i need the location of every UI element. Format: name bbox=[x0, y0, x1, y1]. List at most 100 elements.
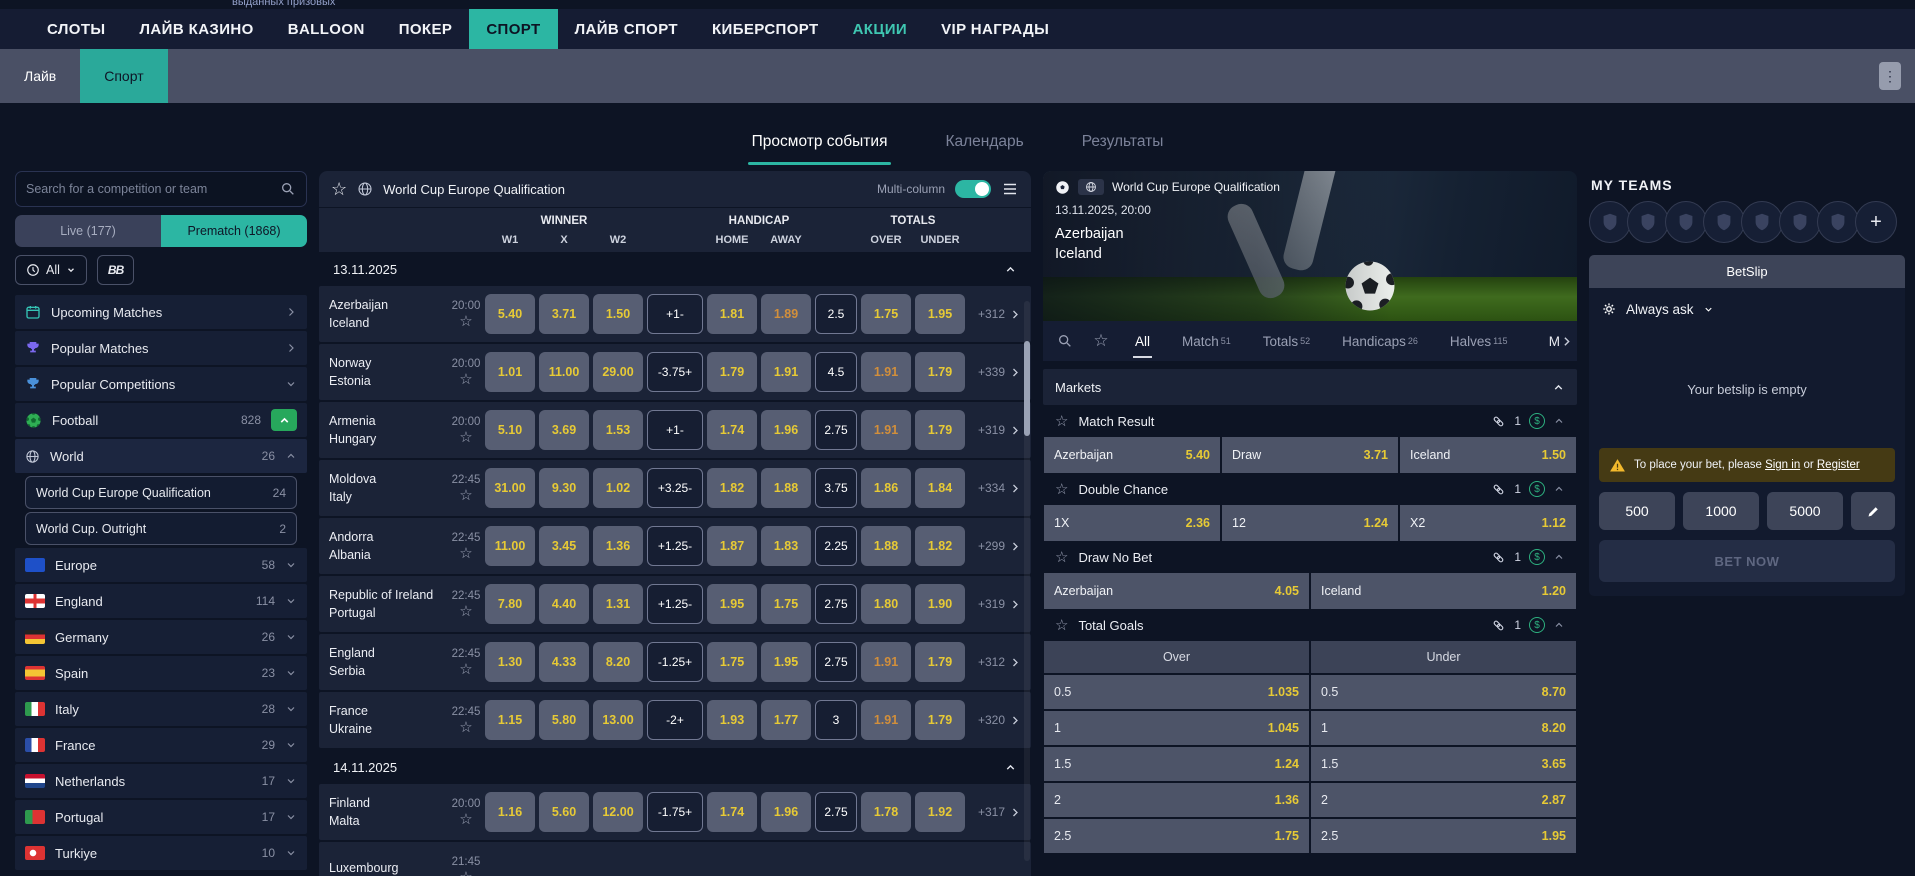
odds-button-h1[interactable]: 1.79 bbox=[707, 352, 757, 392]
odds-button-w2[interactable]: 1.36 bbox=[593, 526, 643, 566]
totals-outcome-button[interactable]: 0.51.035 bbox=[1044, 675, 1309, 709]
favorite-match-icon[interactable]: ☆ bbox=[459, 314, 472, 329]
open-match-icon[interactable] bbox=[1009, 598, 1021, 611]
tab-calendar[interactable]: Календарь bbox=[945, 133, 1023, 165]
match-row[interactable]: Luxembourg21:45☆ bbox=[319, 842, 1031, 876]
odds-button-over[interactable]: 1.91 bbox=[861, 352, 911, 392]
total-line-button[interactable]: 2.75 bbox=[815, 792, 857, 832]
sign-in-link[interactable]: Sign in bbox=[1765, 459, 1800, 471]
sidebar-item-upcoming-matches[interactable]: Upcoming Matches bbox=[15, 295, 307, 329]
favorite-match-icon[interactable]: ☆ bbox=[459, 662, 472, 677]
odds-button-x[interactable]: 4.40 bbox=[539, 584, 589, 624]
quick-stake-button[interactable]: 1000 bbox=[1683, 492, 1759, 530]
totals-outcome-button[interactable]: 2.51.75 bbox=[1044, 819, 1309, 853]
market-favorites-icon[interactable]: ☆ bbox=[1083, 321, 1119, 361]
favorite-match-icon[interactable]: ☆ bbox=[459, 430, 472, 445]
odds-button-x[interactable]: 3.45 bbox=[539, 526, 589, 566]
match-row[interactable]: FinlandMalta20:00☆1.165.6012.00-1.75+1.7… bbox=[319, 784, 1031, 840]
odds-button-w2[interactable]: 1.31 bbox=[593, 584, 643, 624]
bet-builder-button[interactable]: BB bbox=[97, 255, 134, 285]
betslip-header[interactable]: BetSlip bbox=[1589, 255, 1905, 288]
collapse-group-icon[interactable] bbox=[1004, 263, 1017, 276]
favorite-match-icon[interactable]: ☆ bbox=[459, 546, 472, 561]
odds-button-over[interactable]: 1.80 bbox=[861, 584, 911, 624]
sidebar-item-turkiye[interactable]: Turkiye10 bbox=[15, 836, 307, 870]
handicap-line-button[interactable]: +1- bbox=[647, 410, 703, 450]
sidebar-item-england[interactable]: England114 bbox=[15, 584, 307, 618]
odds-button-under[interactable]: 1.95 bbox=[915, 294, 965, 334]
market-group-header[interactable]: ☆Draw No Bet1$ bbox=[1043, 541, 1577, 573]
odds-button-h2[interactable]: 1.77 bbox=[761, 700, 811, 740]
odds-button-over[interactable]: 1.75 bbox=[861, 294, 911, 334]
odds-button-w1[interactable]: 11.00 bbox=[485, 526, 535, 566]
match-row[interactable]: AzerbaijanIceland20:00☆5.403.711.50+1-1.… bbox=[319, 286, 1031, 342]
market-group-header[interactable]: ☆Match Result1$ bbox=[1043, 405, 1577, 437]
prematch-toggle[interactable]: Prematch (1868) bbox=[161, 215, 307, 247]
odds-button-over[interactable]: 1.91 bbox=[861, 700, 911, 740]
odds-button-h1[interactable]: 1.93 bbox=[707, 700, 757, 740]
market-group-header[interactable]: ☆Total Goals1$ bbox=[1043, 609, 1577, 641]
sidebar-item-france[interactable]: France29 bbox=[15, 728, 307, 762]
handicap-line-button[interactable]: -1.25+ bbox=[647, 642, 703, 682]
handicap-line-button[interactable]: -1.75+ bbox=[647, 792, 703, 832]
favorite-match-icon[interactable]: ☆ bbox=[459, 870, 472, 876]
more-options-icon[interactable]: ⋮ bbox=[1879, 62, 1901, 90]
more-markets-count[interactable]: +334 bbox=[969, 481, 1005, 495]
odds-button-under[interactable]: 1.82 bbox=[915, 526, 965, 566]
sidebar-item-europe[interactable]: Europe58 bbox=[15, 548, 307, 582]
collapse-market-icon[interactable] bbox=[1553, 415, 1565, 427]
sidebar-item-netherlands[interactable]: Netherlands17 bbox=[15, 764, 307, 798]
register-link[interactable]: Register bbox=[1817, 459, 1860, 471]
collapse-market-icon[interactable] bbox=[1553, 483, 1565, 495]
live-toggle[interactable]: Live (177) bbox=[15, 215, 161, 247]
tab-event-view[interactable]: Просмотр события bbox=[752, 133, 888, 165]
sidebar-competition-item[interactable]: World Cup Europe Qualification24 bbox=[25, 476, 297, 509]
odds-button-h1[interactable]: 1.74 bbox=[707, 410, 757, 450]
total-line-button[interactable]: 2.5 bbox=[815, 294, 857, 334]
sidebar-item-popular-matches[interactable]: Popular Matches bbox=[15, 331, 307, 365]
handicap-line-button[interactable]: -3.75+ bbox=[647, 352, 703, 392]
sidebar-item-italy[interactable]: Italy28 bbox=[15, 692, 307, 726]
more-markets-count[interactable]: +319 bbox=[969, 597, 1005, 611]
odds-button-h2[interactable]: 1.88 bbox=[761, 468, 811, 508]
market-tab-handicaps[interactable]: Handicaps26 bbox=[1326, 321, 1434, 361]
odds-button-h1[interactable]: 1.82 bbox=[707, 468, 757, 508]
totals-outcome-button[interactable]: 22.87 bbox=[1311, 783, 1576, 817]
totals-outcome-button[interactable]: 2.51.95 bbox=[1311, 819, 1576, 853]
odds-button-w1[interactable]: 1.30 bbox=[485, 642, 535, 682]
market-tabs-overflow[interactable]: M bbox=[1549, 334, 1573, 349]
odds-button-w1[interactable]: 1.16 bbox=[485, 792, 535, 832]
sidebar-item-spain[interactable]: Spain23 bbox=[15, 656, 307, 690]
handicap-line-button[interactable]: -2+ bbox=[647, 700, 703, 740]
total-line-button[interactable]: 2.75 bbox=[815, 410, 857, 450]
odds-button-under[interactable]: 1.79 bbox=[915, 352, 965, 392]
subnav-tab-live[interactable]: Лайв bbox=[0, 49, 80, 103]
favorite-league-icon[interactable]: ☆ bbox=[331, 180, 347, 198]
odds-button-h2[interactable]: 1.91 bbox=[761, 352, 811, 392]
open-match-icon[interactable] bbox=[1009, 540, 1021, 553]
my-team-slot[interactable] bbox=[1589, 201, 1631, 243]
odds-button-under[interactable]: 1.84 bbox=[915, 468, 965, 508]
match-row[interactable]: ArmeniaHungary20:00☆5.103.691.53+1-1.741… bbox=[319, 402, 1031, 458]
nav-item-слоты[interactable]: СЛОТЫ bbox=[30, 9, 123, 49]
nav-item-лайв-спорт[interactable]: ЛАЙВ СПОРТ bbox=[558, 9, 695, 49]
odds-button-x[interactable]: 11.00 bbox=[539, 352, 589, 392]
totals-outcome-button[interactable]: 1.53.65 bbox=[1311, 747, 1576, 781]
open-match-icon[interactable] bbox=[1009, 482, 1021, 495]
open-match-icon[interactable] bbox=[1009, 424, 1021, 437]
odds-button-w2[interactable]: 13.00 bbox=[593, 700, 643, 740]
total-line-button[interactable]: 2.75 bbox=[815, 584, 857, 624]
sidebar-competition-item[interactable]: World Cup. Outright2 bbox=[25, 512, 297, 545]
market-tab-totals[interactable]: Totals52 bbox=[1247, 321, 1326, 361]
match-row[interactable]: MoldovaItaly22:45☆31.009.301.02+3.25-1.8… bbox=[319, 460, 1031, 516]
quick-stake-button[interactable]: 5000 bbox=[1767, 492, 1843, 530]
odds-button-w1[interactable]: 1.01 bbox=[485, 352, 535, 392]
more-markets-count[interactable]: +339 bbox=[969, 365, 1005, 379]
odds-button-x[interactable]: 9.30 bbox=[539, 468, 589, 508]
market-tab-match[interactable]: Match51 bbox=[1166, 321, 1247, 361]
match-row[interactable]: Republic of IrelandPortugal22:45☆7.804.4… bbox=[319, 576, 1031, 632]
subnav-tab-sport[interactable]: Спорт bbox=[80, 49, 167, 103]
collapse-group-icon[interactable] bbox=[1004, 761, 1017, 774]
nav-item-balloon[interactable]: BALLOON bbox=[271, 9, 382, 49]
my-team-slot[interactable] bbox=[1627, 201, 1669, 243]
